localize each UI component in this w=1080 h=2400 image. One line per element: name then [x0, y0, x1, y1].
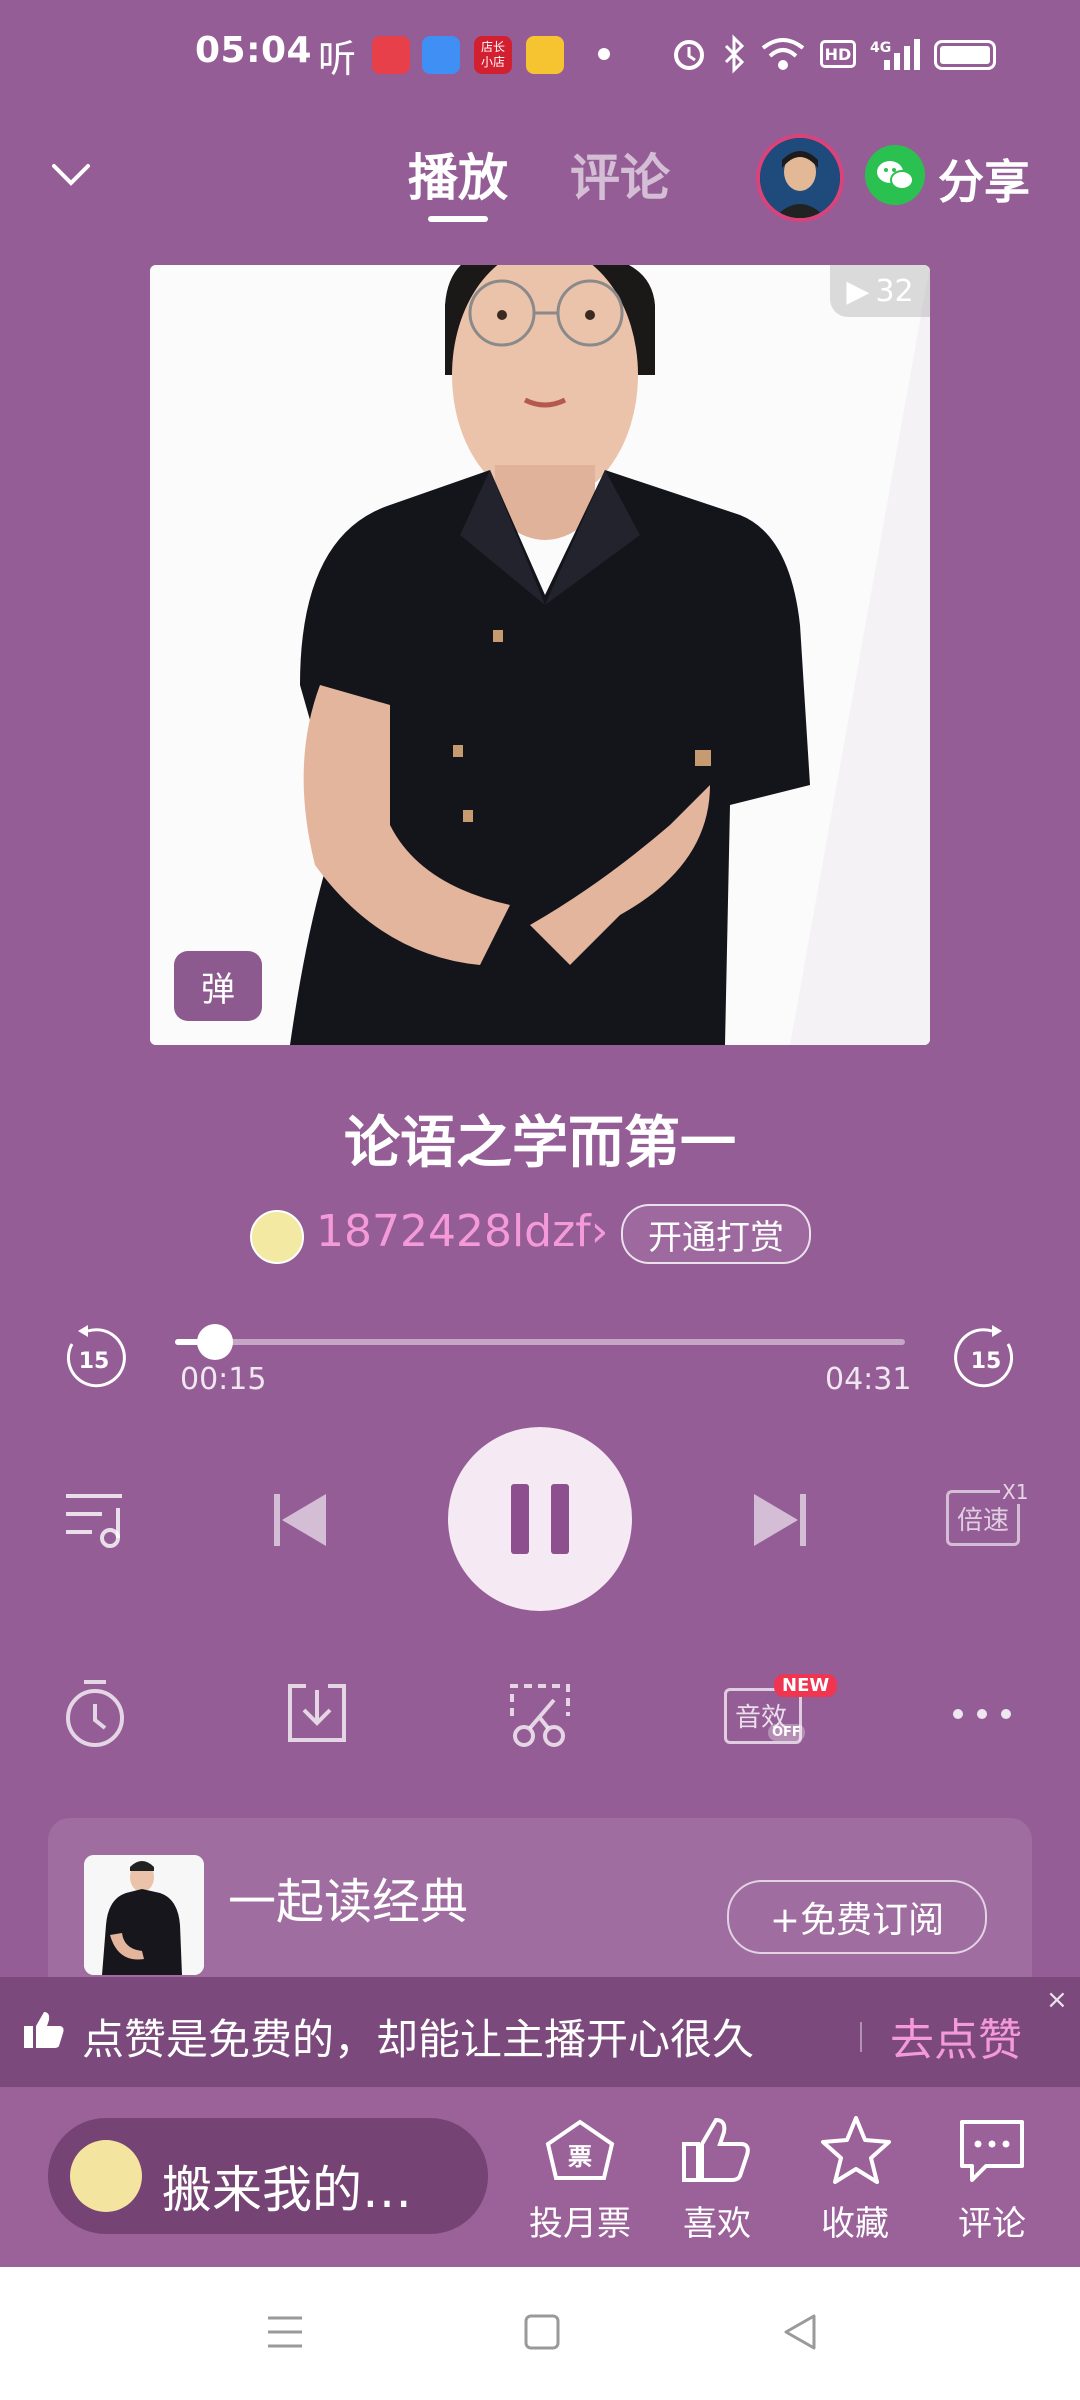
cellular-signal-icon: 4G	[870, 39, 920, 70]
wifi-icon	[761, 38, 805, 70]
pause-button[interactable]	[448, 1427, 632, 1611]
battery-icon	[934, 40, 996, 70]
pause-bar-left	[511, 1484, 529, 1554]
svg-text:4G: 4G	[870, 40, 891, 56]
ting-app-icon: 听	[318, 37, 357, 81]
active-tab-indicator	[428, 216, 488, 222]
thumb-up-small-icon	[24, 2012, 64, 2048]
collapse-chevron-down-icon[interactable]	[48, 156, 94, 192]
rewind-15-icon[interactable]: 15	[58, 1322, 130, 1394]
app-notification-icon	[372, 36, 410, 74]
back-icon[interactable]	[780, 2312, 820, 2352]
speed-label: 倍速	[956, 1505, 1009, 1536]
album-title: 一起读经典	[228, 1874, 469, 1930]
monthly-ticket-button[interactable]: 投月票	[510, 2196, 650, 2245]
author-avatar[interactable]	[250, 1210, 304, 1264]
comment-icon[interactable]	[956, 2116, 1028, 2186]
wechat-icon[interactable]	[865, 145, 925, 205]
previous-track-icon[interactable]	[268, 1488, 332, 1552]
comment-button[interactable]: 评论	[922, 2196, 1062, 2245]
pause-bar-right	[551, 1484, 569, 1554]
share-button[interactable]: 分享	[938, 146, 1030, 212]
author-chevron-icon: ›	[590, 1206, 609, 1257]
star-icon[interactable]	[818, 2114, 894, 2186]
play-count-badge: ▶ 32	[830, 265, 930, 317]
like-prompt-text: 点赞是免费的，却能让主播开心很久	[82, 2015, 755, 2064]
like-button[interactable]: 喜欢	[647, 2196, 787, 2245]
alarm-icon	[674, 40, 704, 70]
user-avatar[interactable]	[756, 134, 844, 222]
progress-thumb[interactable]	[197, 1324, 234, 1360]
shop-notification-icon: 店长 小店	[474, 36, 512, 74]
forward-seconds: 15	[971, 1349, 1002, 1374]
home-icon[interactable]	[522, 2312, 562, 2352]
ticket-glyph: 票	[568, 2143, 592, 2171]
duration: 04:31	[825, 1362, 912, 1397]
hd-icon: HD	[820, 40, 856, 68]
playlist-icon[interactable]	[62, 1488, 132, 1552]
album-thumbnail[interactable]	[84, 1855, 204, 1975]
more-notifications-dot	[598, 48, 610, 60]
clip-cut-icon[interactable]	[506, 1680, 574, 1750]
go-like-button[interactable]: 去点赞	[890, 2004, 1022, 2068]
ticket-icon[interactable]: 票	[542, 2116, 618, 2186]
forward-15-icon[interactable]: 15	[950, 1322, 1022, 1394]
danmu-toggle-button[interactable]: 弹	[174, 951, 262, 1021]
user-badge-icon	[70, 2140, 142, 2212]
download-icon[interactable]	[284, 1680, 350, 1746]
sleep-timer-icon[interactable]	[62, 1678, 128, 1750]
rewind-seconds: 15	[79, 1349, 110, 1374]
next-track-icon[interactable]	[748, 1488, 812, 1552]
status-time: 05:04	[195, 30, 313, 71]
current-time: 00:15	[180, 1362, 267, 1397]
progress-track[interactable]	[175, 1339, 905, 1345]
banner-divider	[860, 2022, 862, 2052]
enable-reward-button[interactable]: 开通打赏	[621, 1204, 811, 1264]
author-link[interactable]: 1872428ldzf›	[316, 1206, 608, 1257]
note-notification-icon	[526, 36, 564, 74]
album-cover-image[interactable]: ▶ 32 弹	[150, 265, 930, 1045]
close-banner-icon[interactable]: ×	[1046, 1985, 1068, 2015]
new-badge: NEW	[774, 1674, 838, 1697]
message-notification-icon	[422, 36, 460, 74]
recent-apps-icon[interactable]	[264, 2312, 306, 2352]
favorite-button[interactable]: 收藏	[785, 2196, 925, 2245]
play-count-value: 32	[875, 273, 914, 309]
track-title: 论语之学而第一	[344, 1111, 736, 1176]
thumb-up-icon[interactable]	[680, 2114, 752, 2186]
sound-effect-state: OFF	[768, 1724, 805, 1741]
play-triangle-icon: ▶	[846, 273, 870, 309]
bluetooth-icon	[724, 34, 745, 74]
comment-placeholder: 搬来我的…	[162, 2161, 412, 2219]
more-options-icon[interactable]	[950, 1704, 1014, 1724]
tab-comments[interactable]: 评论	[570, 138, 670, 210]
speed-value: X1	[1000, 1480, 1031, 1504]
tab-play[interactable]: 播放	[408, 138, 508, 210]
danmu-label: 弹	[201, 969, 235, 1010]
author-name: 1872428ldzf	[316, 1206, 591, 1257]
free-subscribe-button[interactable]: +免费订阅	[727, 1880, 987, 1954]
